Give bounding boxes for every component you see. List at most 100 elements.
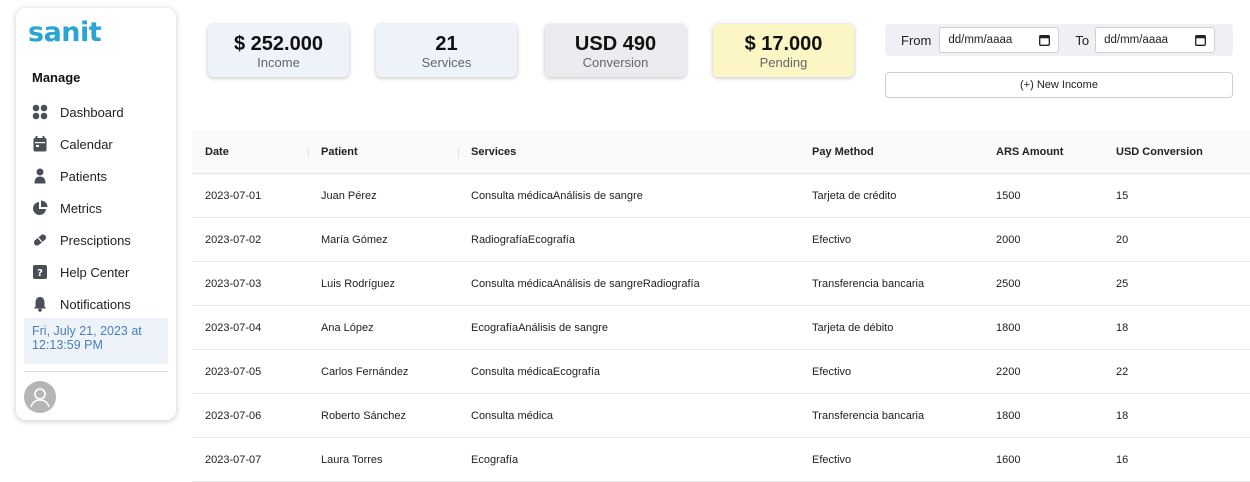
sidebar-divider bbox=[24, 371, 168, 372]
sidebar-item-presciptions[interactable]: Presciptions bbox=[32, 224, 172, 256]
cell-patient: Carlos Fernández bbox=[321, 365, 409, 378]
cell-patient: María Gómez bbox=[321, 233, 388, 246]
new-income-button[interactable]: (+) New Income bbox=[885, 72, 1233, 98]
conversion-label: Conversion bbox=[582, 55, 649, 70]
date-filter-bar: From dd/mm/aaaa To dd/mm/aaaa bbox=[885, 24, 1233, 56]
to-date-placeholder: dd/mm/aaaa bbox=[1104, 34, 1169, 46]
table-header: Date Patient Services Pay Method ARS Amo… bbox=[192, 130, 1250, 174]
cell-date: 2023-07-02 bbox=[205, 233, 262, 246]
cell-services: RadiografíaEcografía bbox=[471, 233, 575, 246]
services-label: Services bbox=[421, 55, 472, 70]
income-card: $ 252.000 Income bbox=[208, 24, 349, 77]
column-header-date[interactable]: Date bbox=[192, 146, 308, 158]
sidebar-section-title: Manage bbox=[32, 70, 81, 85]
cell-date: 2023-07-01 bbox=[205, 189, 262, 202]
pie-chart-icon bbox=[32, 200, 48, 216]
cell-usd-conversion: 25 bbox=[1116, 277, 1129, 290]
cell-ars-amount: 1800 bbox=[996, 409, 1021, 422]
cell-ars-amount: 2200 bbox=[996, 365, 1021, 378]
sidebar-item-label: Notifications bbox=[60, 296, 131, 312]
services-card: 21 Services bbox=[376, 24, 517, 77]
table-row[interactable]: 2023-07-06 Roberto Sánchez Consulta médica… bbox=[192, 394, 1250, 438]
cell-usd-conversion: 20 bbox=[1116, 233, 1129, 246]
cell-pay-method: Transferencia bancaria bbox=[812, 277, 925, 290]
sidebar-item-label: Patients bbox=[60, 168, 107, 184]
avatar[interactable] bbox=[24, 381, 56, 413]
sidebar-item-metrics[interactable]: Metrics bbox=[32, 192, 172, 224]
cell-usd-conversion: 18 bbox=[1116, 409, 1129, 422]
cell-pay-method: Efectivo bbox=[812, 233, 852, 246]
sidebar-item-dashboard[interactable]: Dashboard bbox=[32, 96, 172, 128]
current-datetime: Fri, July 21, 2023 at 12:13:59 PM bbox=[24, 318, 168, 364]
sidebar: sanit Manage Dashboard Calendar Patients… bbox=[16, 8, 176, 420]
pending-value: $ 17.000 bbox=[744, 33, 823, 55]
table-row[interactable]: 2023-07-01 Juan Pérez Consulta médicaAnáli… bbox=[192, 174, 1250, 218]
cell-ars-amount: 2500 bbox=[996, 277, 1021, 290]
pill-icon bbox=[32, 232, 48, 248]
sidebar-item-label: Metrics bbox=[60, 200, 102, 216]
cell-pay-method: Tarjeta de débito bbox=[812, 321, 894, 334]
cell-date: 2023-07-04 bbox=[205, 321, 262, 334]
table-row[interactable]: 2023-07-05 Carlos Fernández Consulta médic… bbox=[192, 350, 1250, 394]
cell-patient: Luis Rodríguez bbox=[321, 277, 395, 290]
cell-services: Consulta médica bbox=[471, 409, 553, 422]
cell-usd-conversion: 22 bbox=[1116, 365, 1129, 378]
cell-usd-conversion: 18 bbox=[1116, 321, 1129, 334]
to-date-input[interactable]: dd/mm/aaaa bbox=[1095, 27, 1216, 53]
grid-icon bbox=[32, 104, 48, 120]
cell-pay-method: Transferencia bancaria bbox=[812, 409, 925, 422]
income-table: Date Patient Services Pay Method ARS Amo… bbox=[192, 130, 1250, 482]
cell-patient: Juan Pérez bbox=[321, 189, 377, 202]
calendar-picker-icon[interactable] bbox=[1039, 34, 1051, 46]
cell-pay-method: Efectivo bbox=[812, 365, 852, 378]
cell-services: Consulta médicaAnálisis de sangre bbox=[471, 189, 643, 202]
pending-label: Pending bbox=[759, 55, 808, 70]
table-row[interactable]: 2023-07-07 Laura Torres Ecografía Efectivo 1… bbox=[192, 438, 1250, 482]
table-row[interactable]: 2023-07-03 Luis Rodríguez Consulta médicaA… bbox=[192, 262, 1250, 306]
sidebar-item-label: Calendar bbox=[60, 136, 113, 152]
sidebar-item-patients[interactable]: Patients bbox=[32, 160, 172, 192]
from-date-input[interactable]: dd/mm/aaaa bbox=[939, 27, 1060, 53]
column-header-pay-method[interactable]: Pay Method bbox=[799, 146, 983, 158]
cell-date: 2023-07-06 bbox=[205, 409, 262, 422]
table-row[interactable]: 2023-07-04 Ana López EcografíaAnálisis de … bbox=[192, 306, 1250, 350]
sidebar-item-label: Dashboard bbox=[60, 104, 124, 120]
to-label: To bbox=[1075, 32, 1090, 48]
cell-services: Consulta médicaAnálisis de sangreRadiogr… bbox=[471, 277, 700, 290]
column-header-ars-amount[interactable]: ARS Amount bbox=[983, 146, 1103, 158]
income-value: $ 252.000 bbox=[234, 33, 323, 55]
table-body: 2023-07-01 Juan Pérez Consulta médicaAnáli… bbox=[192, 174, 1250, 482]
sidebar-item-calendar[interactable]: Calendar bbox=[32, 128, 172, 160]
cell-patient: Ana López bbox=[321, 321, 374, 334]
app-logo[interactable]: sanit bbox=[28, 17, 102, 48]
conversion-card: USD 490 Conversion bbox=[545, 24, 686, 77]
from-label: From bbox=[901, 32, 932, 48]
from-date-placeholder: dd/mm/aaaa bbox=[948, 34, 1013, 46]
column-header-patient[interactable]: Patient bbox=[308, 146, 458, 158]
bell-icon bbox=[32, 296, 48, 312]
income-label: Income bbox=[257, 55, 300, 70]
column-header-usd-conversion[interactable]: USD Conversion bbox=[1103, 146, 1250, 158]
cell-pay-method: Tarjeta de crédito bbox=[812, 189, 897, 202]
table-row[interactable]: 2023-07-02 María Gómez RadiografíaEcografí… bbox=[192, 218, 1250, 262]
cell-ars-amount: 1800 bbox=[996, 321, 1021, 334]
cell-date: 2023-07-05 bbox=[205, 365, 262, 378]
pending-card: $ 17.000 Pending bbox=[713, 24, 854, 77]
sidebar-nav: Dashboard Calendar Patients Metrics Pres… bbox=[32, 96, 172, 320]
user-avatar-icon bbox=[25, 382, 55, 412]
calendar-icon bbox=[32, 136, 48, 152]
sidebar-item-label: Presciptions bbox=[60, 232, 131, 248]
cell-usd-conversion: 15 bbox=[1116, 189, 1129, 202]
sidebar-item-notifications[interactable]: Notifications bbox=[32, 288, 172, 320]
cell-ars-amount: 1500 bbox=[996, 189, 1021, 202]
cell-ars-amount: 2000 bbox=[996, 233, 1021, 246]
calendar-picker-icon[interactable] bbox=[1195, 34, 1207, 46]
cell-patient: Roberto Sánchez bbox=[321, 409, 406, 422]
column-header-services[interactable]: Services bbox=[458, 146, 799, 158]
sidebar-item-label: Help Center bbox=[60, 264, 130, 280]
conversion-value: USD 490 bbox=[574, 33, 657, 55]
sidebar-item-help-center[interactable]: ? Help Center bbox=[32, 256, 172, 288]
cell-date: 2023-07-03 bbox=[205, 277, 262, 290]
cell-services: Consulta médicaEcografía bbox=[471, 365, 601, 378]
cell-services: EcografíaAnálisis de sangre bbox=[471, 321, 608, 334]
